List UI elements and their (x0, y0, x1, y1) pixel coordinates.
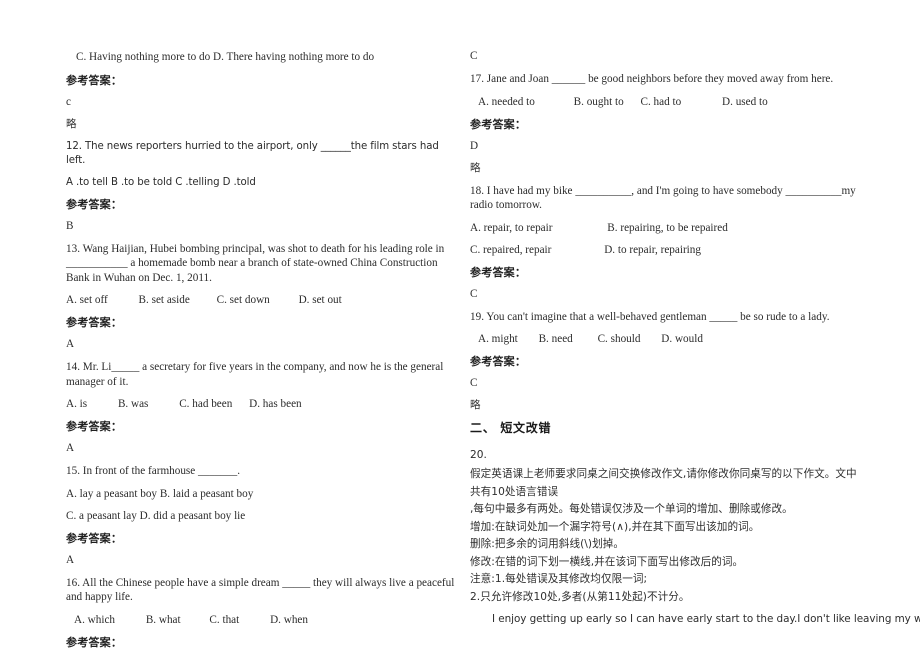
question-19-stem: 19. You can't imagine that a well-behave… (470, 310, 830, 323)
option-d[interactable]: D. when (270, 614, 308, 627)
answer-label-12: 参考答案： (66, 197, 123, 211)
answer-value-16-continued: C (470, 50, 478, 62)
answer-label-14: 参考答案： (66, 420, 123, 433)
option-a[interactable]: A. is (66, 398, 87, 411)
question-15-options-row-2[interactable]: C. a peasant lay D. did a peasant boy li… (66, 510, 456, 523)
proofreading-passage-line: I enjoy getting up early so I can have e… (492, 613, 920, 625)
option-c[interactable]: C. should (598, 333, 641, 346)
option-b[interactable]: B. need (539, 333, 573, 346)
answer-value-12: B (66, 219, 74, 232)
left-column: C. Having nothing more to do D. There ha… (66, 50, 456, 658)
answer-label-15: 参考答案： (66, 531, 123, 545)
option-c[interactable]: C. that (209, 614, 239, 627)
option-a[interactable]: A. which (74, 614, 115, 627)
answer-label-17: 参考答案： (470, 117, 527, 131)
option-c[interactable]: C. had to (641, 96, 682, 109)
option-d[interactable]: D. to repair, repairing (604, 244, 701, 257)
question-16-stem: 16. All the Chinese people have a simple… (66, 576, 455, 604)
answer-value-19: C (470, 377, 478, 389)
option-c[interactable]: C. set down (217, 294, 270, 307)
answer-value-14: A (66, 442, 75, 454)
option-d[interactable]: D. set out (299, 294, 342, 307)
option-a[interactable]: A. might (478, 333, 518, 346)
answer-omitted-11: 略 (66, 117, 77, 130)
option-d[interactable]: D. would (661, 333, 703, 346)
option-c[interactable]: C. had been (179, 398, 232, 411)
question-13-options: A. set off B. set aside C. set down D. s… (66, 294, 456, 307)
question-20-number: 20. (470, 449, 487, 461)
question-16-options: A. which B. what C. that D. when (66, 614, 456, 627)
option-b[interactable]: B. was (118, 398, 148, 411)
option-b[interactable]: B. ought to (574, 96, 624, 109)
option-d[interactable]: D. used to (722, 96, 768, 109)
answer-omitted-17: 略 (470, 161, 481, 174)
answer-label-18: 参考答案： (470, 265, 527, 279)
option-a[interactable]: A. set off (66, 294, 108, 307)
answer-omitted-19: 略 (470, 399, 481, 411)
question-18-stem: 18. I have had my bike __________, and I… (470, 184, 856, 212)
question-15-stem: 15. In front of the farmhouse _______. (66, 465, 240, 477)
answer-value-13: A (66, 338, 75, 350)
instruction-line-2: ,每句中最多有两处。每处错误仅涉及一个单词的增加、删除或修改。 (470, 503, 793, 515)
answer-value-11: c (66, 95, 71, 108)
document-page: C. Having nothing more to do D. There ha… (0, 0, 920, 651)
question-17-options: A. needed to B. ought to C. had to D. us… (470, 96, 860, 109)
question-18-options-row-2: C. repaired, repair D. to repair, repair… (470, 244, 860, 257)
question-12-stem: 12. The news reporters hurried to the ai… (66, 140, 439, 167)
option-a[interactable]: A. repair, to repair (470, 222, 553, 235)
instruction-line-3: 增加:在缺词处加一个漏字符号(∧),并在其下面写出该加的词。 (470, 520, 760, 533)
question-19-options: A. might B. need C. should D. would (470, 333, 860, 346)
answer-value-15: A (66, 553, 75, 566)
section-2-heading: 二、 短文改错 (470, 421, 552, 435)
question-13-stem: 13. Wang Haijian, Hubei bombing principa… (66, 242, 445, 284)
instruction-line-1: 假定英语课上老师要求同桌之间交换修改作文,请你修改你同桌写的以下作文。文中共有1… (470, 468, 857, 498)
instruction-line-5: 修改:在错的词下划一横线,并在该词下面写出修改后的词。 (470, 555, 744, 568)
option-c[interactable]: C. repaired, repair (470, 244, 551, 257)
option-b[interactable]: B. what (146, 614, 181, 627)
question-17-stem: 17. Jane and Joan ______ be good neighbo… (470, 73, 834, 85)
right-column: C 17. Jane and Joan ______ be good neigh… (470, 50, 920, 626)
answer-label-13: 参考答案： (66, 316, 123, 329)
option-b[interactable]: B. repairing, to be repaired (607, 222, 728, 235)
question-15-options-row-1[interactable]: A. lay a peasant boy B. laid a peasant b… (66, 488, 456, 501)
answer-label-16: 参考答案： (66, 635, 123, 649)
option-a[interactable]: A. needed to (478, 96, 535, 109)
question-14-options: A. is B. was C. had been D. has been (66, 398, 456, 411)
instruction-line-4: 删除:把多余的词用斜线(\)划掉。 (470, 538, 625, 550)
answer-label-19: 参考答案： (470, 355, 527, 368)
answer-value-17: D (470, 139, 479, 152)
question-18-options-row-1: A. repair, to repair B. repairing, to be… (470, 222, 860, 235)
instruction-line-7: 2.只允许修改10处,多者(从第11处起)不计分。 (470, 590, 690, 603)
answer-value-18: C (470, 287, 478, 300)
instruction-line-6: 注意:1.每处错误及其修改均仅限一词; (470, 573, 648, 585)
question-12-options: A .to tell B .to be told C .telling D .t… (66, 176, 256, 188)
option-b[interactable]: B. set aside (139, 294, 190, 307)
option-d[interactable]: D. has been (249, 398, 302, 411)
question-14-stem: 14. Mr. Li_____ a secretary for five yea… (66, 361, 444, 388)
answer-label-11: 参考答案： (66, 73, 123, 87)
question-11-options: C. Having nothing more to do D. There ha… (76, 51, 375, 63)
